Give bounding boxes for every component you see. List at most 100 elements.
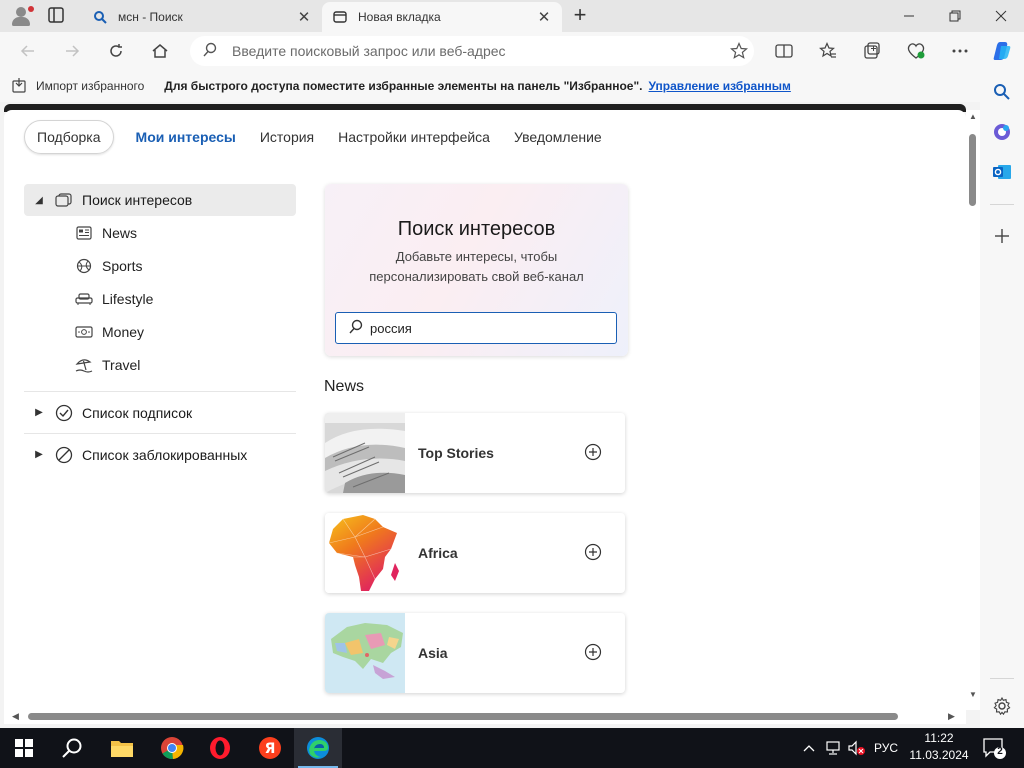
- interest-search-box[interactable]: [335, 312, 617, 344]
- scroll-down-arrow-icon[interactable]: ▼: [968, 690, 978, 700]
- back-button[interactable]: [14, 38, 42, 64]
- sports-ball-icon: [74, 256, 94, 276]
- scroll-left-arrow-icon[interactable]: ◀: [12, 711, 19, 722]
- notification-center-icon[interactable]: 2: [982, 736, 1006, 760]
- nav-item-label: Sports: [102, 257, 143, 274]
- sidebar-settings-gear-icon[interactable]: [988, 692, 1016, 720]
- close-tab-icon[interactable]: ✕: [296, 9, 312, 26]
- vertical-scrollbar[interactable]: ▲ ▼: [966, 110, 980, 710]
- add-sidebar-app-icon[interactable]: [988, 222, 1016, 250]
- horizontal-scroll-thumb[interactable]: [28, 713, 898, 720]
- interest-name: Africa: [418, 545, 458, 561]
- new-tab-button[interactable]: +: [568, 4, 592, 28]
- add-interest-icon[interactable]: [584, 543, 602, 561]
- check-circle-icon: [54, 403, 74, 423]
- edge-sidebar: [980, 70, 1024, 728]
- nav-item-travel[interactable]: Travel: [24, 348, 296, 381]
- refresh-button[interactable]: [102, 38, 130, 64]
- tab-history[interactable]: История: [248, 120, 326, 154]
- collections-button[interactable]: [858, 38, 886, 64]
- interest-card-asia[interactable]: Asia: [325, 613, 625, 693]
- start-button[interactable]: [0, 728, 48, 768]
- more-options-button[interactable]: [946, 38, 974, 64]
- tab-label: Новая вкладка: [358, 10, 441, 24]
- interest-card-top-stories[interactable]: Top Stories: [325, 413, 625, 493]
- home-button[interactable]: [146, 38, 174, 64]
- tab-my-interests[interactable]: Мои интересы: [124, 120, 248, 154]
- taskbar-search-icon[interactable]: [48, 728, 96, 768]
- import-favorites-label: Импорт избранного: [36, 79, 145, 93]
- nav-item-lifestyle[interactable]: Lifestyle: [24, 282, 296, 315]
- tab-feed[interactable]: Подборка: [24, 120, 114, 154]
- file-explorer-icon[interactable]: [98, 728, 146, 768]
- nav-blocked[interactable]: ▶ Список заблокированных: [24, 433, 296, 475]
- minimize-button[interactable]: [886, 0, 932, 32]
- asia-map-thumbnail: [325, 613, 405, 693]
- forward-button[interactable]: [58, 38, 86, 64]
- search-icon: [348, 319, 364, 338]
- address-bar[interactable]: [190, 36, 754, 66]
- favorites-button[interactable]: [814, 38, 842, 64]
- nav-subscriptions[interactable]: ▶ Список подписок: [24, 391, 296, 433]
- tab-actions-icon[interactable]: [46, 6, 68, 26]
- taskbar-clock[interactable]: 11:22 11.03.2024: [904, 730, 974, 766]
- favorite-star-icon[interactable]: [724, 42, 754, 60]
- chrome-icon[interactable]: [148, 728, 196, 768]
- address-input[interactable]: [232, 43, 724, 59]
- horizontal-scrollbar[interactable]: ◀ ▶: [4, 710, 966, 724]
- scroll-right-arrow-icon[interactable]: ▶: [948, 711, 955, 722]
- sidebar-copilot-app-icon[interactable]: [988, 118, 1016, 146]
- network-icon[interactable]: [822, 728, 844, 768]
- nav-head-label: Поиск интересов: [82, 192, 193, 208]
- nav-item-sports[interactable]: Sports: [24, 249, 296, 282]
- beach-umbrella-icon: [74, 355, 94, 375]
- language-indicator[interactable]: РУС: [872, 728, 900, 768]
- caret-right-icon: ▶: [35, 407, 43, 418]
- nav-item-money[interactable]: Money: [24, 315, 296, 348]
- interest-search-card: Поиск интересов Добавьте интересы, чтобы…: [325, 184, 628, 356]
- split-screen-button[interactable]: [770, 38, 798, 64]
- africa-map-thumbnail: [325, 513, 405, 593]
- yandex-browser-icon[interactable]: Я: [246, 728, 294, 768]
- svg-text:Я: Я: [265, 741, 276, 757]
- close-tab-icon[interactable]: ✕: [536, 9, 552, 26]
- show-hidden-icons[interactable]: [800, 728, 818, 768]
- interest-search-input[interactable]: [370, 320, 610, 336]
- clock-time: 11:22: [924, 731, 954, 745]
- import-favorites-button[interactable]: Импорт избранного: [12, 77, 144, 96]
- browser-toolbar: [0, 32, 1024, 70]
- add-interest-icon[interactable]: [584, 443, 602, 461]
- nav-item-label: Money: [102, 323, 145, 340]
- interest-card-africa[interactable]: Africa: [325, 513, 625, 593]
- browser-essentials-button[interactable]: [902, 38, 930, 64]
- close-window-button[interactable]: [978, 0, 1024, 32]
- nav-group-label: Список подписок: [82, 404, 193, 421]
- profile-icon[interactable]: [8, 4, 36, 28]
- edge-icon[interactable]: [294, 728, 342, 768]
- notification-count: 2: [997, 746, 1003, 757]
- outlook-icon[interactable]: [988, 158, 1016, 186]
- nav-item-news[interactable]: News: [24, 216, 296, 249]
- scroll-up-arrow-icon[interactable]: ▲: [968, 112, 978, 122]
- sidebar-search-icon[interactable]: [988, 78, 1016, 106]
- add-interest-icon[interactable]: [584, 643, 602, 661]
- opera-icon[interactable]: [196, 728, 244, 768]
- tab-new-tab[interactable]: Новая вкладка ✕: [322, 2, 562, 32]
- banknote-icon: [74, 322, 94, 342]
- section-title: News: [324, 378, 365, 395]
- windows-taskbar: Я РУС 11:22 11.03.2024 2: [0, 728, 1024, 768]
- tab-msn-search[interactable]: мсн - Поиск ✕: [82, 2, 322, 32]
- favorites-bar: Импорт избранного Для быстрого доступа п…: [0, 70, 1024, 102]
- tab-interface-settings[interactable]: Настройки интерфейса: [326, 120, 502, 154]
- nav-discover-interests[interactable]: ◢ Поиск интересов: [24, 184, 296, 216]
- restore-button[interactable]: [932, 0, 978, 32]
- manage-favorites-link[interactable]: Управление избранным: [649, 79, 791, 93]
- vertical-scroll-thumb[interactable]: [969, 134, 976, 206]
- import-icon: [12, 77, 36, 96]
- clock-date: 11.03.2024: [909, 748, 969, 762]
- sofa-icon: [74, 289, 94, 309]
- tab-notifications[interactable]: Уведомление: [502, 120, 614, 154]
- volume-muted-icon[interactable]: [846, 728, 868, 768]
- copilot-icon[interactable]: [988, 38, 1016, 64]
- new-tab-settings-page: Подборка Мои интересы История Настройки …: [4, 110, 966, 710]
